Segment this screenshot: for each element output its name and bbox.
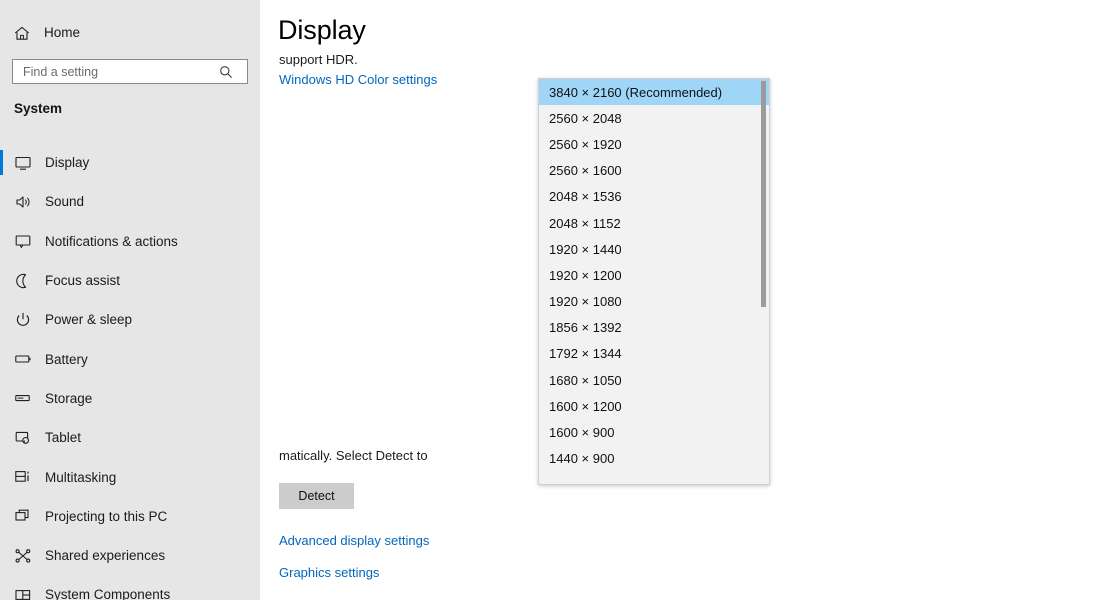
- components-icon: [14, 586, 36, 600]
- sidebar-item-home[interactable]: Home: [0, 20, 260, 46]
- selection-indicator: [0, 189, 3, 214]
- hdr-support-text: support HDR.: [279, 52, 358, 67]
- sidebar-item-label: Shared experiences: [45, 548, 166, 564]
- selection-indicator: [0, 268, 3, 293]
- settings-window: Home System Display Sound Notifications & …: [0, 0, 1103, 600]
- windows-hd-color-settings-link[interactable]: Windows HD Color settings: [279, 72, 437, 87]
- resolution-option[interactable]: 1920 × 1080: [539, 289, 769, 315]
- sidebar-item-label: Battery: [45, 351, 88, 367]
- power-icon: [14, 311, 36, 329]
- sidebar-group-title: System: [14, 101, 63, 116]
- resolution-option[interactable]: 1600 × 900: [539, 419, 769, 445]
- selection-indicator: [0, 504, 3, 529]
- resolution-option[interactable]: 1680 × 1050: [539, 367, 769, 393]
- selection-indicator: [0, 425, 3, 450]
- sidebar-item-label: Display: [45, 155, 90, 171]
- resolution-option[interactable]: 2560 × 1920: [539, 131, 769, 157]
- projecting-icon: [14, 507, 36, 525]
- detect-button[interactable]: Detect: [279, 483, 354, 509]
- sidebar-item-label: Notifications & actions: [45, 233, 178, 249]
- main-content: Display support HDR. Windows HD Color se…: [260, 0, 1103, 600]
- speaker-icon: [14, 193, 36, 211]
- sidebar-item-label: Projecting to this PC: [45, 508, 168, 524]
- sidebar-item-home-label: Home: [44, 25, 81, 40]
- storage-icon: [14, 389, 36, 407]
- sidebar-item-shared-experiences[interactable]: Shared experiences: [0, 536, 260, 575]
- resolution-option[interactable]: 1920 × 1440: [539, 236, 769, 262]
- sidebar-item-focus-assist[interactable]: Focus assist: [0, 261, 260, 300]
- sidebar-item-label: Tablet: [45, 430, 82, 446]
- selection-indicator: [0, 386, 3, 411]
- search-icon[interactable]: [213, 60, 239, 83]
- sidebar-item-label: Multitasking: [45, 469, 117, 485]
- resolution-option[interactable]: 1792 × 1344: [539, 341, 769, 367]
- selection-indicator: [0, 150, 3, 175]
- notification-icon: [14, 232, 36, 250]
- sidebar-item-label: Power & sleep: [45, 312, 133, 328]
- sidebar-nav-list: Display Sound Notifications & actions Focus…: [0, 143, 260, 600]
- sidebar-item-storage[interactable]: Storage: [0, 379, 260, 418]
- sidebar-item-notifications-actions[interactable]: Notifications & actions: [0, 222, 260, 261]
- sidebar: Home System Display Sound Notifications & …: [0, 0, 260, 600]
- page-title: Display: [278, 15, 366, 45]
- resolution-option[interactable]: 3840 × 2160 (Recommended): [539, 79, 769, 106]
- selection-indicator: [0, 307, 3, 332]
- search-input[interactable]: [13, 61, 213, 82]
- resolution-option[interactable]: 2560 × 2048: [539, 105, 769, 131]
- selection-indicator: [0, 346, 3, 371]
- sidebar-item-label: Focus assist: [45, 273, 121, 289]
- dropdown-scrollbar[interactable]: [761, 81, 766, 484]
- sidebar-item-sound[interactable]: Sound: [0, 182, 260, 221]
- dropdown-scrollbar-thumb[interactable]: [761, 81, 766, 307]
- battery-icon: [14, 350, 36, 368]
- resolution-option[interactable]: 2048 × 1152: [539, 210, 769, 236]
- sidebar-item-label: System Components: [45, 587, 171, 600]
- resolution-option[interactable]: 2560 × 1600: [539, 158, 769, 184]
- resolution-options: 3840 × 2160 (Recommended) 2560 × 2048 2560…: [539, 79, 769, 472]
- resolution-dropdown-list[interactable]: 3840 × 2160 (Recommended) 2560 × 2048 2560…: [538, 78, 770, 485]
- sidebar-item-label: Sound: [45, 194, 85, 210]
- resolution-option[interactable]: 1856 × 1392: [539, 315, 769, 341]
- home-icon: [14, 25, 36, 41]
- selection-indicator: [0, 464, 3, 489]
- selection-indicator: [0, 543, 3, 568]
- sidebar-item-projecting-to-this-pc[interactable]: Projecting to this PC: [0, 497, 260, 536]
- resolution-option[interactable]: 2048 × 1536: [539, 184, 769, 210]
- tablet-icon: [14, 429, 36, 447]
- sidebar-item-power-sleep[interactable]: Power & sleep: [0, 300, 260, 339]
- moon-icon: [14, 272, 36, 290]
- sidebar-item-multitasking[interactable]: Multitasking: [0, 457, 260, 496]
- search-box[interactable]: [12, 59, 248, 84]
- graphics-settings-link[interactable]: Graphics settings: [279, 565, 379, 580]
- resolution-option[interactable]: 1600 × 1200: [539, 393, 769, 419]
- share-icon: [14, 547, 36, 565]
- resolution-option[interactable]: 1440 × 900: [539, 446, 769, 472]
- sidebar-item-label: Storage: [45, 390, 93, 406]
- sidebar-item-display[interactable]: Display: [0, 143, 260, 182]
- sidebar-item-system-components[interactable]: System Components: [0, 575, 260, 600]
- resolution-option[interactable]: 1920 × 1200: [539, 262, 769, 288]
- selection-indicator: [0, 229, 3, 254]
- monitor-icon: [14, 154, 36, 172]
- selection-indicator: [0, 582, 3, 600]
- sidebar-item-tablet[interactable]: Tablet: [0, 418, 260, 457]
- sidebar-item-battery[interactable]: Battery: [0, 339, 260, 378]
- multitasking-icon: [14, 468, 36, 486]
- advanced-display-settings-link[interactable]: Advanced display settings: [279, 533, 429, 548]
